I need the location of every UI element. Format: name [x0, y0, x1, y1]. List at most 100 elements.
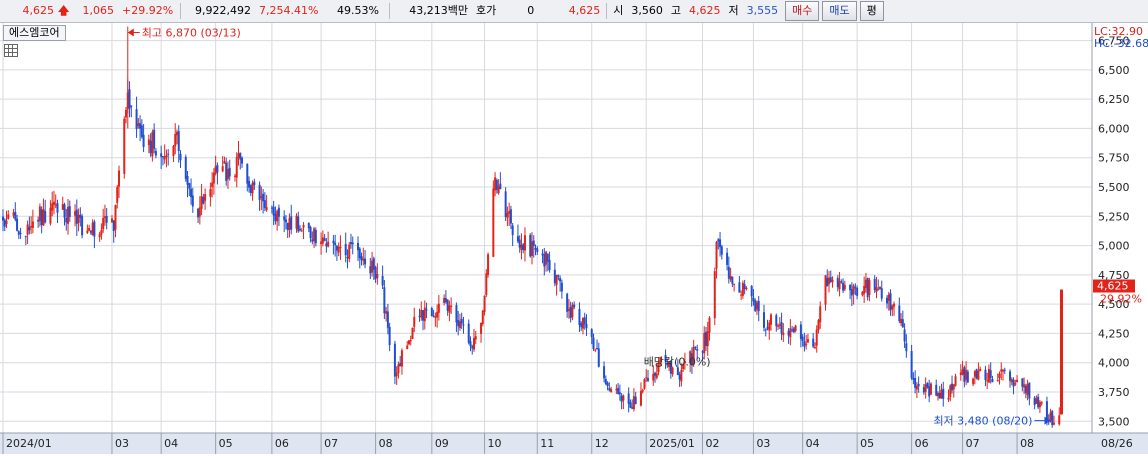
candle-body: [828, 277, 831, 285]
candle-body: [522, 244, 525, 250]
candle-body: [631, 407, 634, 409]
candle-body: [868, 279, 871, 295]
candle-body: [905, 343, 908, 352]
candle-body: [768, 322, 771, 331]
x-tick-label: 03: [756, 437, 770, 450]
candle-body: [557, 275, 560, 277]
candle-body: [88, 227, 91, 231]
candle-body: [1037, 396, 1040, 408]
price-tag: 4,625: [1097, 280, 1129, 293]
x-tick-label: 06: [915, 437, 929, 450]
candle-body: [174, 133, 177, 147]
candle-body: [332, 240, 335, 244]
candle-body: [411, 327, 414, 339]
sell-button[interactable]: 매도: [822, 1, 857, 21]
candle-body: [112, 220, 115, 232]
candle-body: [750, 285, 753, 297]
pct-tag: 29.92%: [1100, 293, 1142, 306]
divider: [389, 3, 390, 19]
candle-body: [1058, 415, 1061, 425]
candle-body: [979, 368, 982, 372]
candle-body: [19, 232, 22, 234]
candle-body: [627, 393, 630, 404]
candle-body: [265, 207, 268, 211]
candle-body: [117, 170, 120, 187]
candle-body: [235, 157, 238, 178]
candle-body: [12, 212, 15, 216]
candle-body: [646, 378, 649, 381]
candle-body: [263, 200, 266, 208]
candle-body: [509, 209, 512, 224]
candle-body: [406, 345, 409, 350]
candle-body: [543, 254, 546, 267]
grid-icon[interactable]: [4, 44, 18, 57]
candle-body: [130, 105, 133, 107]
candle-body: [806, 338, 809, 343]
candle-body: [720, 246, 723, 255]
candle-body: [843, 284, 846, 290]
candle-body: [583, 317, 586, 325]
candle-body: [536, 248, 539, 252]
candle-body: [903, 329, 906, 342]
candle-body: [198, 207, 201, 217]
candle-body: [910, 350, 913, 379]
candle-body: [641, 389, 644, 392]
candle-body: [214, 166, 217, 174]
up-arrow-icon: 🡅: [58, 3, 70, 17]
candle-body: [508, 211, 511, 214]
candle-body: [67, 206, 70, 224]
candle-body: [371, 260, 374, 273]
candle-body: [603, 366, 606, 379]
candle-body: [437, 303, 440, 313]
candle-body: [376, 273, 379, 278]
candle-body: [248, 181, 251, 188]
candle-body: [929, 383, 932, 395]
candle-body: [713, 271, 716, 319]
candle-body: [457, 320, 460, 327]
candle-body: [965, 370, 968, 380]
candle-body: [323, 238, 326, 241]
candle-body: [706, 331, 709, 347]
candle-body: [212, 172, 215, 184]
candle-body: [590, 329, 593, 338]
buy-button[interactable]: 매수: [785, 1, 820, 21]
candle-body: [357, 242, 360, 251]
candle-body: [632, 396, 635, 410]
candle-body: [116, 186, 119, 203]
candle-body: [610, 389, 613, 392]
candle-body: [645, 377, 648, 379]
candle-body: [260, 196, 263, 198]
candle-body: [492, 188, 495, 257]
candle-body: [1010, 379, 1013, 383]
candle-body: [469, 341, 472, 347]
candle-body: [139, 123, 142, 129]
candle-body: [311, 239, 314, 242]
candle-body: [789, 328, 792, 338]
price-chart: 3,500 3,750 4,000 4,250 4,500 4,750 5,000 5,250…: [0, 23, 1148, 454]
current-price: 4,625: [22, 4, 55, 17]
candle-body: [1012, 379, 1015, 387]
candle-body: [239, 152, 242, 160]
candle-body: [161, 156, 164, 158]
candle-body: [912, 378, 915, 380]
candle-body: [172, 145, 175, 156]
candle-body: [177, 131, 180, 151]
candle-body: [123, 118, 126, 174]
stock-name-label[interactable]: 에스엠코어: [3, 25, 66, 41]
candle-body: [792, 328, 795, 333]
candle-body: [780, 322, 783, 334]
candle-body: [954, 376, 957, 386]
candle-body: [1023, 384, 1026, 388]
candle-body: [283, 216, 286, 221]
low-label: 저: [728, 4, 739, 17]
candle-body: [849, 284, 852, 291]
candle-body: [75, 209, 78, 224]
candle-body: [949, 385, 952, 398]
candle-body: [529, 234, 532, 257]
candle-body: [585, 324, 588, 329]
candle-body: [597, 348, 600, 367]
candle-body: [160, 153, 163, 157]
candle-body: [91, 222, 94, 235]
average-button[interactable]: 평: [859, 1, 884, 21]
candle-body: [917, 383, 920, 387]
